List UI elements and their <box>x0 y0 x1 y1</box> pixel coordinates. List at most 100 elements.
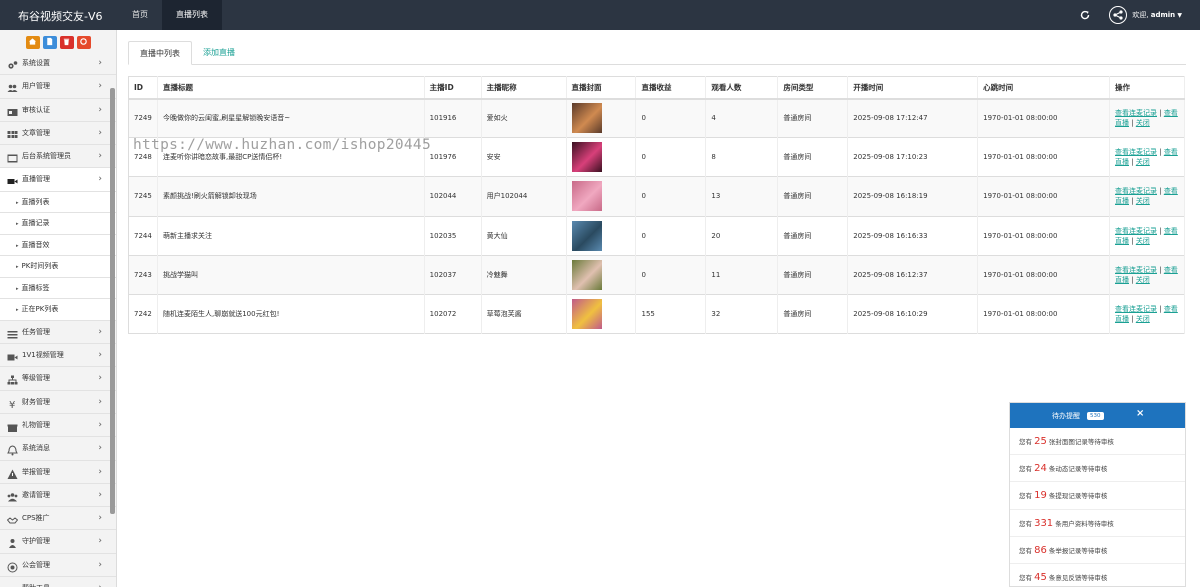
tab-add-live[interactable]: 添加直播 <box>192 41 246 65</box>
cell-income: 155 <box>635 293 707 334</box>
chevron-right-icon: › <box>98 466 102 477</box>
refresh-icon[interactable] <box>1073 0 1097 30</box>
sidebar-item[interactable]: 礼物管理 › <box>0 414 116 438</box>
sidebar-subitem[interactable]: 直播音效 <box>0 234 116 257</box>
separator: | <box>1157 265 1164 274</box>
view-mic-records-link[interactable]: 查看连麦记录 <box>1115 305 1157 313</box>
reminder-item[interactable]: 您有 24 条动态记录等待审核 <box>1010 455 1185 483</box>
view-mic-records-link[interactable]: 查看连麦记录 <box>1115 227 1157 235</box>
cell-start-time: 2025-09-08 16:12:37 <box>847 254 979 295</box>
username: admin <box>1150 11 1176 19</box>
cell-nickname: 爱如火 <box>481 97 567 138</box>
cover-image[interactable] <box>571 142 602 173</box>
cell-title: 连麦听你讲暗恋故事,最甜CP送情侣杯! <box>157 137 425 177</box>
cell-anchor-id: 102072 <box>424 293 482 334</box>
sidebar-item[interactable]: 系统设置 › <box>0 52 116 76</box>
chevron-right-icon: › <box>98 350 102 361</box>
cell-viewers: 8 <box>705 137 779 177</box>
sidebar-subitem[interactable]: 直播记录 <box>0 213 116 235</box>
cell-actions: 查看连麦记录 | 查看直播 | 关闭 <box>1109 293 1185 334</box>
gears-icon <box>7 58 18 69</box>
sidebar-item[interactable]: 邀请管理 › <box>0 484 116 508</box>
table-header: ID 直播标题 主播ID 主播昵称 直播封面 直播收益 观看人数 房间类型 开播时间 心跳时间 操作 <box>128 76 1185 100</box>
sidebar-item-label: 1V1视频管理 <box>22 351 64 360</box>
cover-image[interactable] <box>571 103 602 134</box>
reminder-item[interactable]: 您有 45 条意见反馈等待审核 <box>1010 564 1185 586</box>
cell-anchor-id: 102037 <box>424 254 482 295</box>
view-mic-records-link[interactable]: 查看连麦记录 <box>1115 148 1157 156</box>
recycle-icon <box>79 37 88 48</box>
cell-heartbeat: 1970-01-01 08:00:00 <box>977 137 1110 177</box>
sidebar-item[interactable]: 公会管理 › <box>0 554 116 578</box>
sidebar-item[interactable]: 审核认证 › <box>0 99 116 122</box>
close-live-link[interactable]: 关闭 <box>1136 197 1150 205</box>
reminder-item[interactable]: 您有 331 条用户资料等待审核 <box>1010 510 1185 537</box>
table-row: 7249 今晚做你的云闺蜜,刷星星解锁晚安语音~ 101916 爱如火 0 4 普通房间 20… <box>128 97 1185 138</box>
sidebar-item[interactable]: 直播管理 › <box>0 168 116 192</box>
close-live-link[interactable]: 关闭 <box>1136 119 1150 127</box>
cell-id: 7243 <box>128 254 158 295</box>
chevron-right-icon: › <box>98 373 102 384</box>
table-body: 7249 今晚做你的云闺蜜,刷星星解锁晚安语音~ 101916 爱如火 0 4 普通房间 20… <box>128 97 1185 334</box>
sidebar-subitem[interactable]: 直播列表 <box>0 191 116 214</box>
sidebar-item[interactable]: 举报管理 › <box>0 461 116 484</box>
quick-recycle-button[interactable] <box>76 36 91 49</box>
bell-icon <box>7 443 18 456</box>
sidebar-item[interactable]: 后台系统管理员 › <box>0 145 116 169</box>
avatar[interactable] <box>1109 6 1128 24</box>
reminder-item[interactable]: 您有 25 张封面图记录等待审核 <box>1010 428 1185 456</box>
cell-id: 7245 <box>128 176 158 217</box>
sidebar-item[interactable]: 帮助工具› <box>0 577 116 587</box>
reminder-item[interactable]: 您有 19 条提现记录等待审核 <box>1010 482 1185 510</box>
sidebar-subitem[interactable]: 正在PK列表 <box>0 299 116 321</box>
table-row: 7244 萌新主播求关注 102035 黄大仙 0 20 普通房间 2025-09-08 16… <box>128 215 1185 256</box>
cell-anchor-id: 101916 <box>424 97 482 138</box>
sidebar-item[interactable]: 守护管理 › <box>0 530 116 554</box>
quick-trash-button[interactable] <box>59 36 74 49</box>
cell-heartbeat: 1970-01-01 08:00:00 <box>977 215 1110 256</box>
reminder-item[interactable]: 您有 86 条举报记录等待审核 <box>1010 537 1185 564</box>
column-header: 操作 <box>1109 76 1185 100</box>
close-icon[interactable]: × <box>1136 408 1144 419</box>
view-mic-records-link[interactable]: 查看连麦记录 <box>1115 187 1157 195</box>
sidebar-item[interactable]: 1V1视频管理 › <box>0 344 116 368</box>
tab-live-list[interactable]: 直播中列表 <box>128 41 192 65</box>
view-mic-records-link[interactable]: 查看连麦记录 <box>1115 266 1157 274</box>
sidebar-item[interactable]: CPS推广 › <box>0 507 116 531</box>
cell-cover <box>566 137 637 177</box>
close-live-link[interactable]: 关闭 <box>1136 158 1150 166</box>
sidebar-item[interactable]: 用户管理 › <box>0 75 116 99</box>
sidebar-item[interactable]: 任务管理 › <box>0 321 116 345</box>
close-live-link[interactable]: 关闭 <box>1136 237 1150 245</box>
cover-image[interactable] <box>571 181 602 212</box>
quick-home-button[interactable] <box>25 36 40 49</box>
close-live-link[interactable]: 关闭 <box>1136 315 1150 323</box>
sidebar-item[interactable]: 等级管理 › <box>0 367 116 391</box>
tool-icon <box>7 583 18 587</box>
cell-heartbeat: 1970-01-01 08:00:00 <box>977 293 1110 334</box>
cover-image[interactable] <box>571 259 602 290</box>
sidebar-scrollbar[interactable] <box>110 88 115 514</box>
column-header: 观看人数 <box>705 76 779 100</box>
topnav-home[interactable]: 首页 <box>118 0 162 30</box>
sidebar-item[interactable]: ¥ 财务管理 › <box>0 391 116 414</box>
view-mic-records-link[interactable]: 查看连麦记录 <box>1115 109 1157 117</box>
close-live-link[interactable]: 关闭 <box>1136 276 1150 284</box>
sidebar-subitem[interactable]: 直播标签 <box>0 277 116 300</box>
user-menu[interactable]: 欢迎, admin ▼ <box>1132 10 1182 20</box>
cell-room-type: 普通房间 <box>777 215 849 256</box>
cell-title: 挑战学猫叫 <box>157 254 425 295</box>
cover-image[interactable] <box>571 299 602 330</box>
topnav-live-list[interactable]: 直播列表 <box>162 0 222 30</box>
reminder-count: 331 <box>1034 517 1054 529</box>
sidebar-item[interactable]: 文章管理 › <box>0 122 116 146</box>
quick-document-button[interactable] <box>42 36 57 49</box>
cell-cover <box>566 215 637 256</box>
cell-nickname: 用户102044 <box>481 176 567 217</box>
caret-down-icon: ▼ <box>1177 12 1182 19</box>
sidebar-item[interactable]: 系统消息 › <box>0 437 116 461</box>
cover-image[interactable] <box>571 220 602 251</box>
sidebar-subitem[interactable]: PK时间列表 <box>0 256 116 278</box>
brand-title[interactable]: 布谷视频交友-V6 <box>18 8 103 24</box>
id-card-icon <box>7 105 18 116</box>
